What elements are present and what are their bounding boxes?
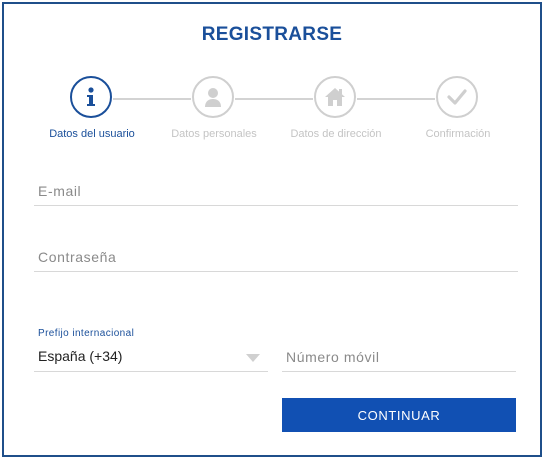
mobile-input[interactable] xyxy=(282,342,516,371)
step-label-confirmation: Confirmación xyxy=(425,128,491,140)
step-label-personal-data: Datos personales xyxy=(171,128,257,140)
step-address-data[interactable] xyxy=(314,76,356,118)
page-title: REGISTRARSE xyxy=(201,24,343,45)
password-input[interactable] xyxy=(34,242,518,271)
step-connector xyxy=(113,98,191,100)
user-icon xyxy=(205,88,221,107)
step-label-user-data: Datos del usuario xyxy=(49,128,135,140)
email-field[interactable] xyxy=(34,176,518,206)
home-icon xyxy=(325,88,345,106)
step-connector xyxy=(235,98,313,100)
prefix-value: España (+34) xyxy=(38,348,123,364)
registration-card: REGISTRARSE Datos del usuario Datos pers… xyxy=(2,2,542,457)
chevron-down-icon xyxy=(246,354,260,362)
prefix-label: Prefijo internacional xyxy=(38,328,135,339)
info-icon xyxy=(87,87,95,106)
step-connector xyxy=(357,98,435,100)
prefix-select[interactable]: España (+34) xyxy=(34,344,268,372)
password-field[interactable] xyxy=(34,242,518,272)
email-input[interactable] xyxy=(34,176,518,205)
step-user-data[interactable] xyxy=(70,76,112,118)
step-confirmation[interactable] xyxy=(436,76,478,118)
check-icon xyxy=(447,89,467,105)
registration-stepper: Datos del usuario Datos personales Datos… xyxy=(4,74,540,144)
mobile-field[interactable] xyxy=(282,342,516,372)
step-label-address-data: Datos de dirección xyxy=(290,128,382,140)
continue-button[interactable]: CONTINUAR xyxy=(282,398,516,432)
step-personal-data[interactable] xyxy=(192,76,234,118)
